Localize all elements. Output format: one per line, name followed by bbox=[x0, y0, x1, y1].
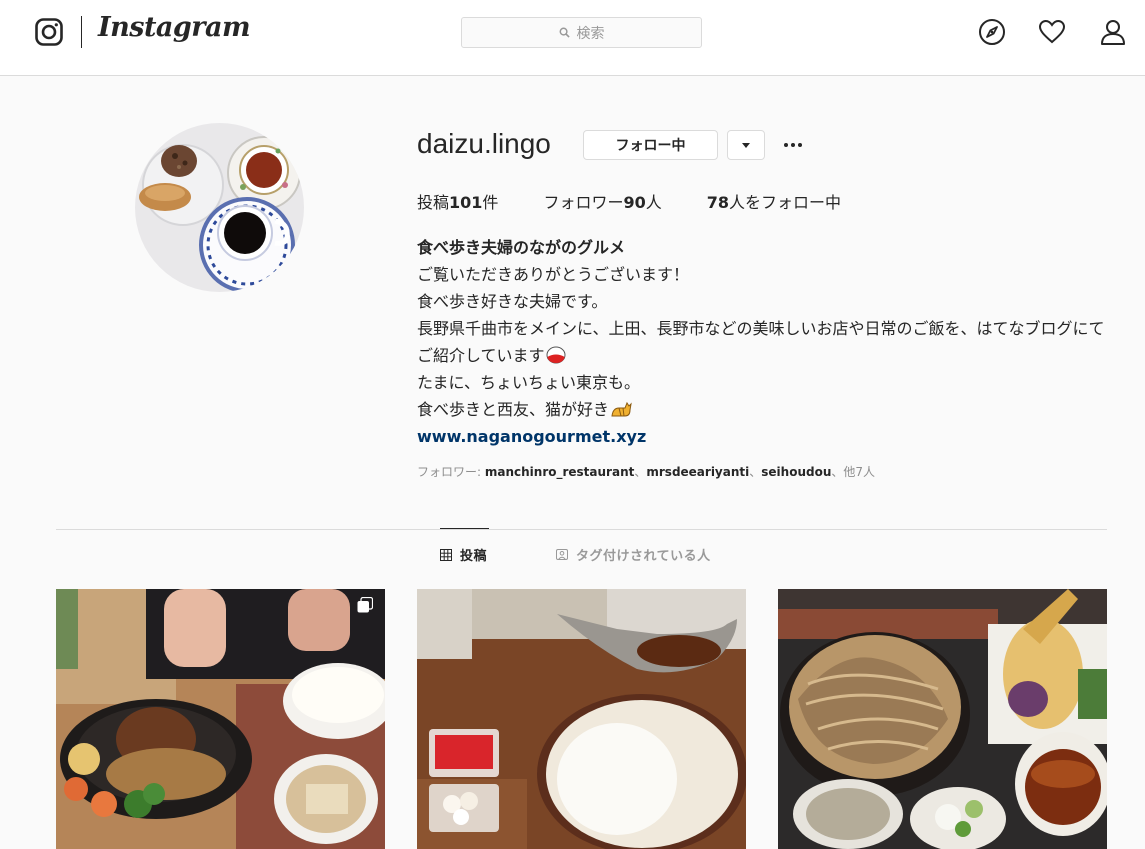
tab-posts-label: 投稿 bbox=[460, 549, 488, 564]
followed-by[interactable]: フォロワー: manchinro_restaurant、mrsdeeariyan… bbox=[417, 463, 875, 480]
follower-name: mrsdeeariyanti bbox=[646, 465, 750, 479]
cat-icon bbox=[611, 401, 632, 417]
follower-name: seihoudou bbox=[761, 465, 832, 479]
profile-username: daizu.lingo bbox=[417, 128, 551, 159]
suggestions-dropdown-button[interactable] bbox=[727, 130, 765, 160]
posts-number: 101 bbox=[449, 193, 483, 212]
followers-label: フォロワー bbox=[543, 193, 624, 212]
instagram-logo-icon[interactable] bbox=[35, 18, 63, 46]
search-input[interactable]: 検索 bbox=[461, 17, 702, 48]
following-link[interactable]: 78人をフォロー中 bbox=[707, 189, 841, 213]
explore-compass-icon[interactable] bbox=[978, 18, 1006, 46]
bio-title: 食べ歩き夫婦のながのグルメ bbox=[417, 238, 626, 257]
bio-line: たまに、ちょいちょい東京も。 bbox=[417, 373, 641, 392]
heart-icon[interactable] bbox=[1038, 18, 1066, 46]
grid-icon bbox=[440, 548, 452, 561]
followed-by-suffix: 他7人 bbox=[843, 465, 876, 479]
top-navigation: Instagram 検索 bbox=[0, 0, 1145, 76]
more-dots-icon bbox=[784, 143, 802, 147]
bio-line: 食べ歩きと西友、猫が好き bbox=[417, 396, 1117, 423]
search-placeholder: 検索 bbox=[576, 25, 605, 42]
bio-website-link[interactable]: www.naganogourmet.xyz bbox=[417, 423, 1117, 450]
bio-line-text: 食べ歩きと西友、猫が好き bbox=[417, 400, 610, 419]
separator: 、 bbox=[634, 465, 647, 479]
instagram-wordmark[interactable]: Instagram bbox=[98, 12, 251, 43]
following-label: 人をフォロー中 bbox=[729, 193, 842, 212]
profile-bio: 食べ歩き夫婦のながのグルメ ご覧いただきありがとうございます！ 食べ歩き好きな夫… bbox=[417, 234, 1117, 450]
profile-stats: 投稿101件 フォロワー90人 78人をフォロー中 bbox=[417, 189, 886, 213]
post-tile[interactable] bbox=[417, 589, 746, 849]
logo-divider bbox=[81, 16, 82, 48]
more-options-button[interactable] bbox=[779, 132, 807, 158]
followers-link[interactable]: フォロワー90人 bbox=[543, 189, 661, 213]
tab-tagged[interactable]: タグ付けされている人 bbox=[556, 528, 711, 580]
followers-number: 90 bbox=[623, 193, 646, 212]
following-button[interactable]: フォロー中 bbox=[583, 130, 718, 160]
bio-line: ご覧いただきありがとうございます！ bbox=[417, 265, 690, 284]
profile-avatar[interactable] bbox=[135, 123, 304, 292]
following-number: 78 bbox=[706, 193, 729, 212]
separator: 、 bbox=[831, 465, 844, 479]
caret-down-icon bbox=[742, 142, 750, 148]
post-tile[interactable] bbox=[56, 589, 385, 849]
followed-by-prefix: フォロワー: bbox=[417, 465, 485, 479]
follower-name: manchinro_restaurant bbox=[484, 465, 635, 479]
posts-count: 投稿101件 bbox=[417, 189, 498, 213]
tagged-person-icon bbox=[556, 549, 568, 560]
separator: 、 bbox=[749, 465, 762, 479]
profile-icon[interactable] bbox=[1099, 18, 1127, 46]
rice-ball-icon bbox=[546, 346, 566, 364]
bio-line: 長野県千曲市をメインに、上田、長野市などの美味しいお店や日常のご飯を、はてなブロ… bbox=[417, 315, 1107, 369]
posts-unit: 件 bbox=[482, 193, 499, 212]
tab-posts[interactable]: 投稿 bbox=[440, 528, 490, 580]
followers-unit: 人 bbox=[645, 193, 662, 212]
tab-tagged-label: タグ付けされている人 bbox=[576, 548, 711, 564]
search-icon bbox=[559, 27, 570, 38]
bio-line: 食べ歩き好きな夫婦です。 bbox=[417, 292, 608, 311]
bio-line-text: 長野県千曲市をメインに、上田、長野市などの美味しいお店や日常のご飯を、はてなブロ… bbox=[417, 319, 1105, 365]
multi-photo-icon bbox=[357, 597, 373, 613]
post-tile[interactable] bbox=[778, 589, 1107, 849]
posts-label: 投稿 bbox=[417, 193, 450, 212]
